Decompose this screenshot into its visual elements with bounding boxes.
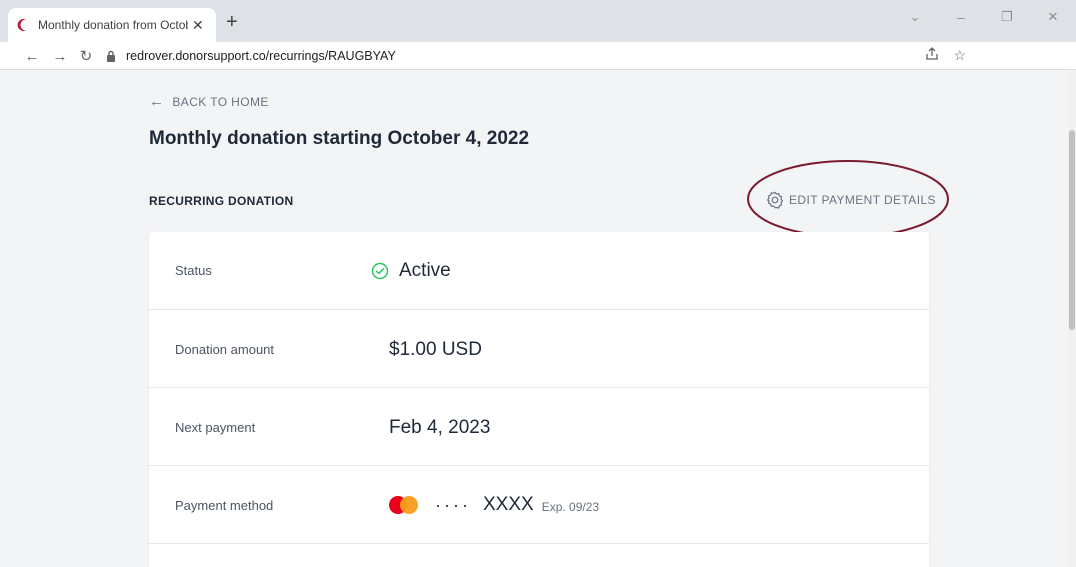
payment-method-value: ···· XXXX Exp. 09/23 bbox=[389, 494, 599, 516]
check-circle-icon bbox=[371, 262, 389, 280]
card-expiry: Exp. 09/23 bbox=[541, 500, 600, 514]
mastercard-icon bbox=[389, 496, 419, 514]
status-label: Status bbox=[175, 263, 212, 278]
back-icon[interactable]: ← bbox=[22, 46, 42, 66]
chevron-down-icon[interactable]: ⌄ bbox=[892, 0, 938, 34]
next-payment-label: Next payment bbox=[175, 420, 256, 435]
forward-icon[interactable]: → bbox=[50, 46, 70, 66]
donation-details-card: Status Active Donation amount $1.00 USD … bbox=[149, 232, 929, 567]
url-text: redrover.donorsupport.co/recurrings/RAUG… bbox=[126, 49, 396, 63]
next-payment-row: Next payment Feb 4, 2023 bbox=[149, 388, 929, 466]
tab-strip: Monthly donation from October ✕ + ⌄ – ❐ … bbox=[0, 0, 1076, 42]
arrow-left-icon: ← bbox=[149, 93, 165, 110]
browser-tab[interactable]: Monthly donation from October ✕ bbox=[8, 8, 216, 42]
reload-icon[interactable]: ↻ bbox=[76, 46, 96, 66]
card-number-masked: XXXX bbox=[482, 494, 534, 515]
star-icon[interactable]: ☆ bbox=[953, 47, 966, 64]
back-to-home-link[interactable]: ← BACK TO HOME bbox=[149, 94, 269, 109]
edit-payment-details-label: EDIT PAYMENT DETAILS bbox=[789, 193, 936, 207]
url-actions: ☆ bbox=[925, 47, 966, 64]
plus-icon[interactable]: + bbox=[226, 12, 238, 32]
window-controls: ⌄ – ❐ ✕ bbox=[892, 0, 1076, 34]
crescent-favicon-icon bbox=[16, 17, 32, 33]
tab-title: Monthly donation from October bbox=[38, 18, 188, 32]
payment-method-row: Payment method ···· XXXX Exp. 09/23 bbox=[149, 466, 929, 544]
next-payment-value: Feb 4, 2023 bbox=[389, 417, 491, 438]
gear-icon bbox=[766, 191, 784, 209]
back-to-home-label: BACK TO HOME bbox=[172, 94, 269, 109]
status-value: Active bbox=[371, 260, 451, 282]
address-bar: ← → ↻ redrover.donorsupport.co/recurring… bbox=[0, 42, 1076, 70]
donation-amount-value: $1.00 USD bbox=[389, 339, 482, 360]
payment-method-label: Payment method bbox=[175, 498, 274, 513]
donation-amount-row: Donation amount $1.00 USD bbox=[149, 310, 929, 388]
status-row: Status Active bbox=[149, 232, 929, 310]
window-close-icon[interactable]: ✕ bbox=[1030, 0, 1076, 34]
card-mask-dots: ···· bbox=[435, 494, 471, 515]
page-content: ← BACK TO HOME Monthly donation starting… bbox=[0, 70, 1068, 567]
lock-icon[interactable] bbox=[106, 50, 116, 62]
restore-icon[interactable]: ❐ bbox=[984, 0, 1030, 34]
share-icon[interactable] bbox=[925, 47, 939, 64]
page-title: Monthly donation starting October 4, 202… bbox=[149, 128, 530, 149]
minimize-icon[interactable]: – bbox=[938, 0, 984, 34]
edit-payment-details-button[interactable]: EDIT PAYMENT DETAILS bbox=[765, 190, 936, 210]
close-icon[interactable]: ✕ bbox=[192, 18, 204, 32]
donation-amount-label: Donation amount bbox=[175, 342, 275, 357]
status-text: Active bbox=[399, 260, 451, 281]
scrollbar-thumb[interactable] bbox=[1069, 130, 1075, 330]
url-field[interactable]: redrover.donorsupport.co/recurrings/RAUG… bbox=[106, 45, 966, 67]
page-scrollbar[interactable] bbox=[1068, 70, 1076, 567]
section-label: RECURRING DONATION bbox=[149, 194, 294, 208]
